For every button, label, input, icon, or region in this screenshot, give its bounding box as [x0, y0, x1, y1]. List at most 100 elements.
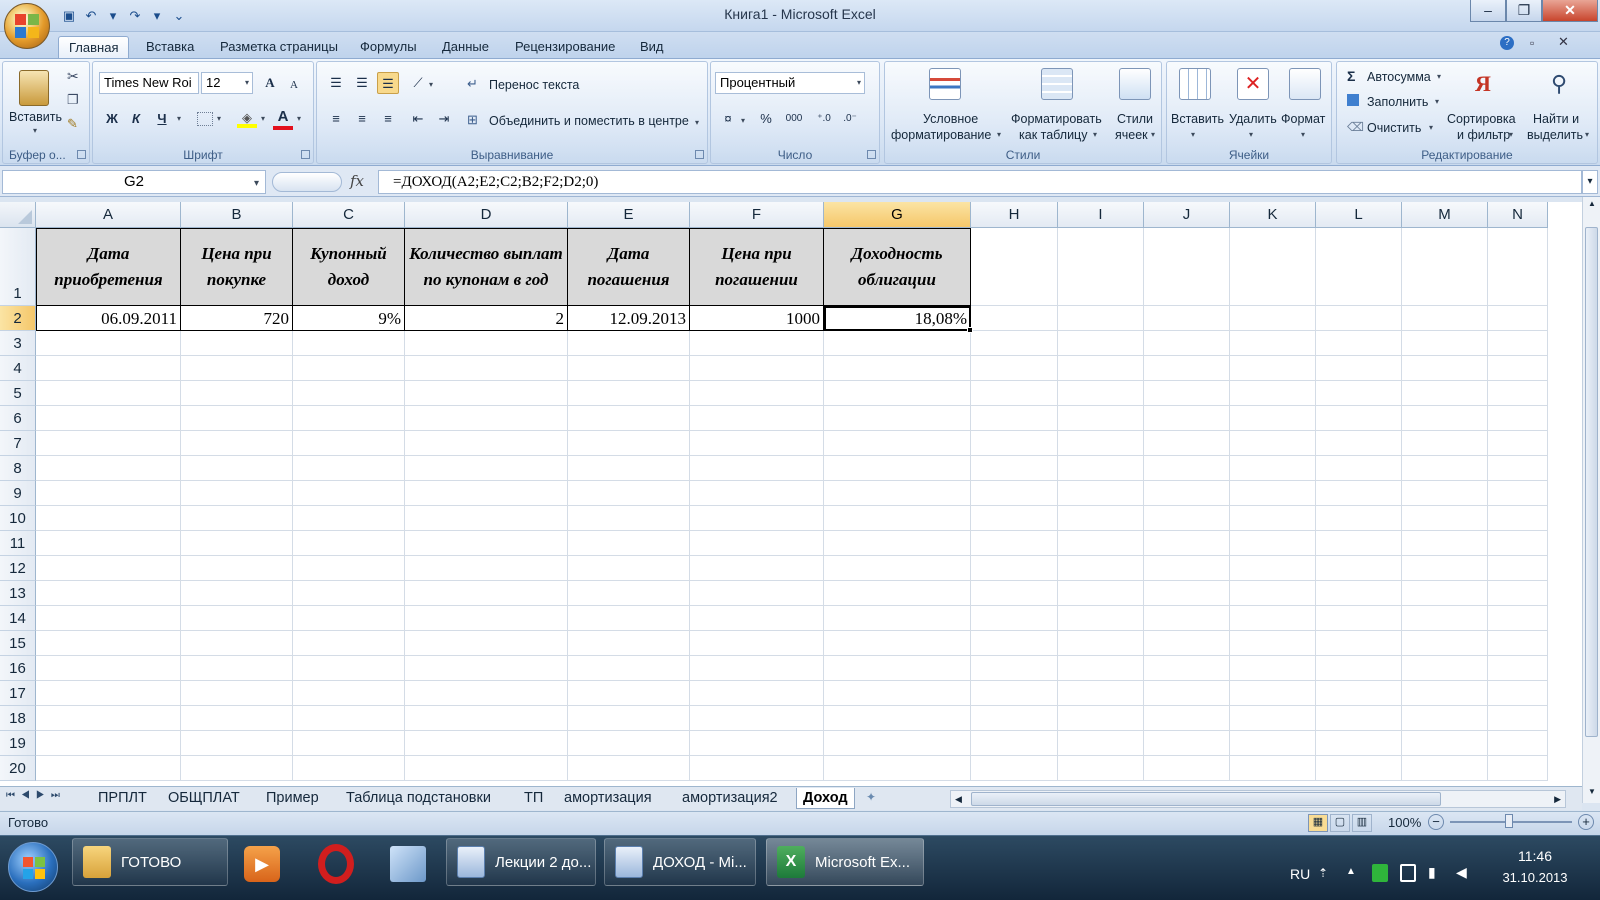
language-indicator[interactable]: RU	[1290, 866, 1310, 882]
cell[interactable]	[1144, 631, 1230, 656]
sheet-tab-table[interactable]: Таблица подстановки	[340, 788, 497, 809]
cell[interactable]	[971, 706, 1058, 731]
cell[interactable]	[293, 731, 405, 756]
delete-cells-icon[interactable]: ✕	[1237, 68, 1269, 100]
cell[interactable]	[181, 706, 293, 731]
cell[interactable]	[1058, 556, 1144, 581]
cell[interactable]	[690, 756, 824, 781]
insert-cells-icon[interactable]	[1179, 68, 1211, 100]
cell[interactable]	[568, 731, 690, 756]
normal-view-icon[interactable]: ▦	[1308, 814, 1328, 832]
column-header-i[interactable]: I	[1058, 202, 1144, 228]
cell[interactable]	[181, 381, 293, 406]
cell[interactable]	[1058, 706, 1144, 731]
battery-icon[interactable]	[1400, 864, 1416, 882]
tray-app-icon[interactable]	[1372, 864, 1388, 882]
cell[interactable]	[1058, 581, 1144, 606]
row-header-4[interactable]: 4	[0, 356, 36, 381]
worksheet-grid[interactable]: ABCDEFGHIJKLMN 1 2 3 4 5 6 7 8 9 10 11 12 13 14 15 16 17…	[0, 202, 1582, 804]
cut-icon[interactable]: ✂	[67, 68, 79, 85]
cell[interactable]	[1402, 481, 1488, 506]
cell[interactable]	[690, 656, 824, 681]
name-box[interactable]: G2	[2, 170, 266, 194]
chevron-down-icon[interactable]: ▾	[1191, 130, 1195, 139]
cell[interactable]	[1402, 331, 1488, 356]
media-player-icon[interactable]: ▶	[244, 846, 280, 882]
row-header-20[interactable]: 20	[0, 756, 36, 781]
data-cell-f2[interactable]: 1000	[690, 306, 824, 331]
cell[interactable]	[293, 631, 405, 656]
cell[interactable]	[1058, 731, 1144, 756]
start-button[interactable]	[8, 842, 58, 892]
cell[interactable]	[1230, 656, 1316, 681]
cell[interactable]	[971, 556, 1058, 581]
increase-indent-icon[interactable]: ⇥	[433, 108, 455, 130]
h-scroll-thumb[interactable]	[971, 792, 1441, 806]
cell[interactable]	[1144, 656, 1230, 681]
cell[interactable]	[181, 606, 293, 631]
cell[interactable]	[1402, 681, 1488, 706]
bold-button[interactable]: Ж	[101, 108, 123, 130]
column-header-m[interactable]: M	[1402, 202, 1488, 228]
orientation-icon[interactable]: ⟋	[407, 72, 429, 94]
taskbar-word-dohod[interactable]: ДОХОД - Mi...	[604, 838, 756, 886]
data-cell-g2[interactable]: 18,08%	[824, 306, 971, 331]
cell[interactable]	[824, 631, 971, 656]
shrink-font-button[interactable]: A	[283, 74, 305, 96]
cell[interactable]	[824, 606, 971, 631]
cell[interactable]	[690, 331, 824, 356]
grow-font-button[interactable]: A	[259, 72, 281, 94]
cell[interactable]	[568, 331, 690, 356]
cell[interactable]	[1230, 706, 1316, 731]
font-size-field[interactable]: 12 ▾	[201, 72, 253, 94]
cell[interactable]	[690, 481, 824, 506]
font-color-button[interactable]: A	[273, 108, 293, 130]
cell[interactable]	[36, 531, 181, 556]
cell[interactable]	[1230, 556, 1316, 581]
sheet-navigation-icons[interactable]: ⏮◀▶⏭	[6, 790, 66, 801]
cell[interactable]	[36, 756, 181, 781]
cell[interactable]	[1488, 556, 1548, 581]
merge-center-button[interactable]: Объединить и поместить в центре	[489, 114, 689, 128]
cell[interactable]	[824, 331, 971, 356]
cell[interactable]	[1230, 456, 1316, 481]
cell[interactable]	[1488, 481, 1548, 506]
cell[interactable]	[1144, 731, 1230, 756]
cell[interactable]	[971, 756, 1058, 781]
cell[interactable]	[1144, 306, 1230, 331]
tab-view[interactable]: Вид	[630, 36, 674, 58]
column-header-c[interactable]: C	[293, 202, 405, 228]
zoom-slider-thumb[interactable]	[1505, 814, 1513, 828]
cell[interactable]	[690, 381, 824, 406]
delete-cells-button[interactable]: Удалить	[1229, 112, 1277, 126]
cell[interactable]	[293, 581, 405, 606]
cell[interactable]	[1058, 406, 1144, 431]
cell[interactable]	[36, 356, 181, 381]
cell[interactable]	[690, 606, 824, 631]
cell[interactable]	[181, 681, 293, 706]
cell[interactable]	[1402, 656, 1488, 681]
column-header-f[interactable]: F	[690, 202, 824, 228]
cell[interactable]	[568, 606, 690, 631]
cell[interactable]	[1402, 706, 1488, 731]
column-header-e[interactable]: E	[568, 202, 690, 228]
cell[interactable]	[1316, 306, 1402, 331]
cell[interactable]	[293, 331, 405, 356]
cell[interactable]	[181, 581, 293, 606]
cell[interactable]	[1058, 381, 1144, 406]
cell[interactable]	[405, 656, 568, 681]
format-cells-button[interactable]: Формат	[1281, 112, 1325, 126]
cell[interactable]	[1488, 381, 1548, 406]
cell[interactable]	[181, 731, 293, 756]
close-button[interactable]: ✕	[1542, 0, 1598, 22]
cell[interactable]	[1058, 656, 1144, 681]
cell[interactable]	[1488, 681, 1548, 706]
cell[interactable]	[1402, 306, 1488, 331]
row-header-6[interactable]: 6	[0, 406, 36, 431]
row-header-3[interactable]: 3	[0, 331, 36, 356]
cell[interactable]	[824, 531, 971, 556]
cell[interactable]	[824, 756, 971, 781]
cell[interactable]	[405, 706, 568, 731]
cell[interactable]	[1488, 531, 1548, 556]
data-cell-d2[interactable]: 2	[405, 306, 568, 331]
